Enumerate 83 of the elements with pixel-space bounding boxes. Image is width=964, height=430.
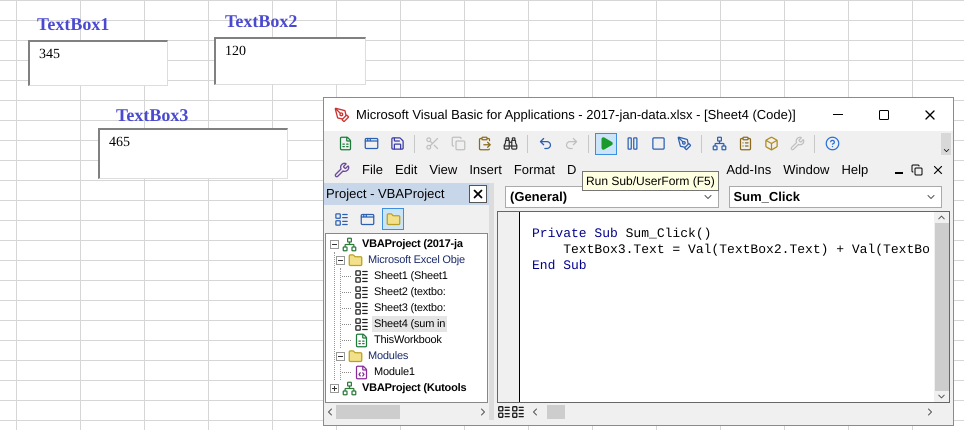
folder-icon	[348, 252, 363, 268]
sheet-icon	[354, 300, 369, 316]
collapse-toggle[interactable]	[330, 240, 339, 248]
tree-item[interactable]: Sheet1 (Sheet1	[372, 268, 450, 284]
properties-icon	[738, 136, 752, 151]
sheet-icon	[354, 316, 369, 332]
restore-icon[interactable]	[911, 164, 923, 176]
object-browser-icon	[764, 136, 778, 151]
close-icon	[471, 187, 485, 201]
menu-item[interactable]: Edit	[388, 160, 424, 180]
scroll-thumb[interactable]	[336, 404, 400, 418]
menu-item[interactable]: View	[423, 160, 464, 180]
code-line: Private Sub Sum_Click()	[532, 226, 712, 242]
minimize-icon[interactable]	[895, 172, 903, 174]
tree-item[interactable]: Sheet3 (textbo:	[372, 300, 448, 316]
pause-icon	[624, 136, 640, 151]
toolbar-overflow[interactable]	[941, 132, 951, 154]
tree-item[interactable]: VBAProject (Kutools	[360, 380, 468, 396]
ruler-pen-icon	[676, 136, 692, 151]
list-icon	[334, 212, 348, 226]
pane-tool-button[interactable]	[382, 208, 404, 230]
menu-item[interactable]: Format	[508, 160, 561, 180]
code-editor[interactable]: Private Sub Sum_Click() TextBox3.Text = Val(TextBox2.Text) + Val(TextBo End Sub	[520, 212, 934, 402]
minimize-icon	[833, 114, 843, 115]
cut-icon	[424, 136, 440, 151]
text-box[interactable]: 345	[28, 40, 168, 86]
menu-item[interactable]: File	[356, 160, 389, 180]
tree-icon	[712, 136, 726, 151]
tooltip: Run Sub/UserForm (F5)	[582, 171, 719, 191]
text-box[interactable]: 120	[214, 37, 366, 85]
menu-item[interactable]: Insert	[463, 160, 508, 180]
vba-logo-icon	[334, 106, 350, 122]
vba-menu-icon	[334, 162, 350, 178]
menu-item[interactable]: Help	[835, 160, 874, 180]
text-box[interactable]: 465	[98, 128, 288, 179]
undo-icon	[538, 136, 552, 151]
project-icon	[342, 380, 357, 396]
tools-icon	[790, 136, 804, 151]
sheet-icon	[354, 284, 369, 300]
collapse-toggle[interactable]	[336, 352, 345, 360]
expand-toggle[interactable]	[330, 384, 339, 392]
paste-icon	[476, 136, 492, 151]
help-icon	[824, 136, 840, 151]
form-icon	[360, 212, 374, 226]
tree-item[interactable]: VBAProject (2017-ja	[360, 236, 465, 252]
tree-item[interactable]: Sheet2 (textbo:	[372, 284, 448, 300]
redo-icon	[564, 136, 578, 151]
folder-icon	[348, 348, 363, 364]
code-line: End Sub	[532, 258, 588, 274]
textbox-label: TextBox3	[116, 104, 188, 127]
menu-item[interactable]: Add-Ins	[720, 160, 778, 180]
tree-item[interactable]: Modules	[366, 348, 410, 364]
collapse-toggle[interactable]	[336, 256, 345, 264]
close-button[interactable]	[469, 185, 487, 203]
folder-icon	[386, 212, 400, 226]
tree-item[interactable]: Microsoft Excel Obje	[366, 252, 467, 268]
sheet-icon	[354, 268, 369, 284]
textbox-label: TextBox2	[225, 10, 298, 33]
code-line: TextBox3.Text = Val(TextBox2.Text) + Val(TextBo	[562, 242, 931, 258]
window-title: Microsoft Visual Basic for Applications - 2017-jan-data.xlsx - [Sheet4 (Code)]	[356, 106, 796, 124]
tree-item[interactable]: Module1	[372, 364, 417, 380]
stop-icon	[650, 136, 666, 151]
project-icon	[342, 236, 357, 252]
form-icon	[364, 136, 378, 151]
copy-icon	[450, 136, 466, 151]
scroll-thumb[interactable]	[547, 404, 565, 418]
save-icon	[390, 136, 404, 151]
pane-title: Project - VBAProject	[326, 185, 444, 204]
binoculars-icon	[502, 136, 518, 151]
dropdown[interactable]: Sum_Click	[728, 186, 942, 208]
workbook-icon	[354, 332, 369, 348]
excel-icon	[338, 136, 352, 151]
tree-item[interactable]: Sheet4 (sum in	[372, 316, 448, 332]
module-icon	[354, 364, 369, 380]
tree-item[interactable]: ThisWorkbook	[372, 332, 444, 348]
menu-item[interactable]: D	[561, 160, 582, 180]
textbox-label: TextBox1	[37, 13, 110, 36]
maximize-icon	[878, 108, 890, 120]
play-icon	[598, 136, 614, 151]
procedure-view-icon[interactable]	[497, 404, 511, 418]
menu-item[interactable]: Window	[777, 160, 836, 180]
scroll-thumb[interactable]	[934, 223, 948, 391]
module-view-icon[interactable]	[511, 404, 525, 418]
